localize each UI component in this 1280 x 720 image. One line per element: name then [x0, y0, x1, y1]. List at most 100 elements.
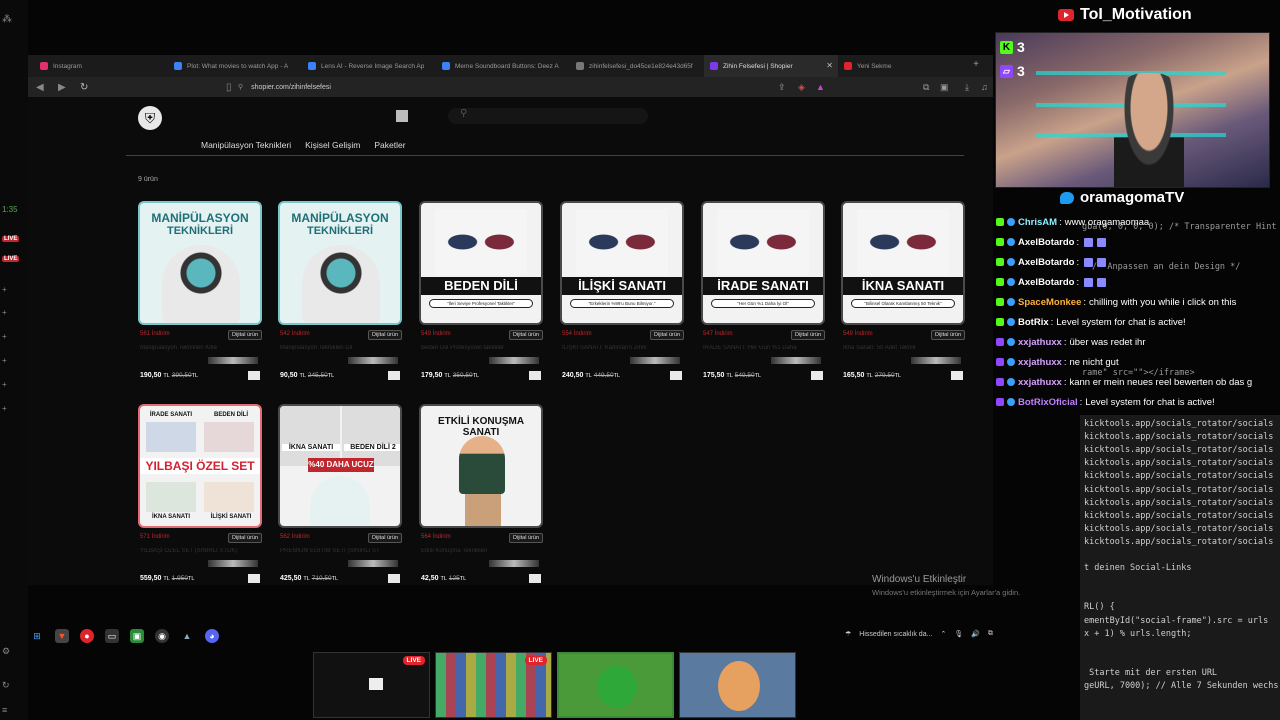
- add-to-cart-icon[interactable]: [670, 371, 682, 380]
- set-title: İKNA SANATI: [282, 444, 340, 451]
- product-name[interactable]: YILBAŞI ÖZEL SET (SINIRLI STOK): [140, 548, 240, 557]
- add-to-cart-icon[interactable]: [388, 574, 400, 583]
- code-line: kicktools.app/socials_rotator/socials: [1084, 484, 1274, 495]
- product-image[interactable]: İRADE SANATI BEDEN DİLİ YILBAŞI ÖZEL SET İK…: [138, 404, 262, 528]
- file-explorer-icon[interactable]: ▭: [105, 629, 119, 643]
- product-image[interactable]: İLİŞKİ SANATI "Erkeklerin %99'u Bunu Bilm…: [560, 201, 684, 325]
- mic-icon[interactable]: 🎙: [954, 630, 963, 638]
- product-card[interactable]: MANİPÜLASYON TEKNİKLERİ 542 İndirim Dijital…: [278, 201, 402, 384]
- product-name[interactable]: Manipülasyon Teknikleri Dil: [280, 345, 380, 354]
- sidebar-icon[interactable]: ▣: [940, 82, 949, 93]
- stream-thumbnail[interactable]: LIVE: [313, 652, 430, 718]
- brave-icon[interactable]: ▼: [55, 629, 69, 643]
- nav-manipulation[interactable]: Manipülasyon Teknikleri: [201, 140, 291, 150]
- app-icon[interactable]: ▲: [180, 629, 194, 643]
- code-line: kicktools.app/socials_rotator/socials: [1084, 471, 1274, 482]
- product-name[interactable]: Beden Dili Profesyonel taktikler: [421, 345, 521, 354]
- tab-3[interactable]: Meme Soundboard Buttons: Deez A: [436, 55, 570, 77]
- product-name[interactable]: İRADE SANATI: Her Gün %1 Daha: [703, 345, 803, 354]
- close-tab-icon[interactable]: ✕: [826, 61, 833, 70]
- add-to-cart-icon[interactable]: [811, 371, 823, 380]
- shield-icon[interactable]: ◈: [798, 82, 805, 93]
- speaker-icon[interactable]: 🔊: [971, 630, 980, 638]
- audio-icon[interactable]: ♫: [981, 82, 988, 92]
- product-name[interactable]: Etkili Konuşma Teknikleri: [421, 548, 521, 557]
- plus-icon[interactable]: +: [2, 308, 7, 317]
- extensions-icon[interactable]: ⧉: [923, 82, 929, 93]
- verified-icon: [1007, 358, 1015, 366]
- product-name[interactable]: Manipülasyon Teknikleri Kitle: [140, 345, 240, 354]
- reload-icon[interactable]: ↻: [80, 82, 94, 93]
- nav-personal-growth[interactable]: Kişisel Gelişim: [305, 140, 360, 150]
- product-name[interactable]: İkna Sanatı: 50 Adet Teknik: [843, 345, 943, 354]
- weather-text[interactable]: Hissedilen sıcaklık da...: [859, 631, 932, 638]
- product-image[interactable]: BEDEN DİLİ "İleri Seviye Profesyonel Takt…: [419, 201, 543, 325]
- product-meta: 561 İndirim Dijital ürün: [138, 330, 262, 341]
- product-card[interactable]: İKNA SANATI "Bilinsel Olarak Kanıtlanmış …: [841, 201, 965, 384]
- forward-icon[interactable]: ▶: [58, 82, 72, 93]
- new-tab-icon[interactable]: +: [973, 59, 979, 70]
- nav-packages[interactable]: Paketler: [374, 140, 405, 150]
- stream-thumbnail-goku[interactable]: [679, 652, 796, 718]
- product-image[interactable]: İRADE SANATI "Her Gün %1 Daha İyi Ol": [701, 201, 825, 325]
- product-card[interactable]: BEDEN DİLİ "İleri Seviye Profesyonel Takt…: [419, 201, 543, 384]
- plus-icon[interactable]: +: [2, 332, 7, 341]
- share-icon[interactable]: ⁂: [2, 14, 12, 25]
- plus-icon[interactable]: +: [2, 404, 7, 413]
- product-name[interactable]: İLİŞKİ SANATI: Kadınların Zihni: [562, 345, 662, 354]
- tab-5[interactable]: Zihin Felsefesi | Shopier ✕: [704, 55, 838, 77]
- plus-icon[interactable]: +: [2, 380, 7, 389]
- product-image[interactable]: MANİPÜLASYON TEKNİKLERİ: [278, 201, 402, 325]
- add-to-cart-icon[interactable]: [248, 371, 260, 380]
- product-image[interactable]: MANİPÜLASYON TEKNİKLERİ: [138, 201, 262, 325]
- plus-icon[interactable]: +: [2, 285, 7, 294]
- product-card[interactable]: İRADE SANATI "Her Gün %1 Daha İyi Ol" 547 …: [701, 201, 825, 384]
- url-field[interactable]: ⚲ shopier.com/zihinfelsefesi: [238, 80, 798, 94]
- add-to-cart-icon[interactable]: [529, 574, 541, 583]
- add-to-cart-icon[interactable]: [529, 371, 541, 380]
- tab-0[interactable]: Instagram: [34, 55, 168, 77]
- add-to-cart-icon[interactable]: [388, 371, 400, 380]
- product-image[interactable]: ETKİLİ KONUŞMA SANATI: [419, 404, 543, 528]
- add-to-cart-icon[interactable]: [248, 574, 260, 583]
- product-card[interactable]: ETKİLİ KONUŞMA SANATI 564 İndirim Dijital …: [419, 404, 543, 587]
- set-title: İLİŞKİ SANATI: [210, 514, 252, 520]
- tab-4[interactable]: zihinfelsefesi_do45ce1e824e43d65f: [570, 55, 704, 77]
- shop-logo[interactable]: ⛨: [138, 106, 162, 130]
- product-card[interactable]: İKNA SANATI BEDEN DİLİ 2 %40 DAHA UCUZ 562 …: [278, 404, 402, 587]
- product-name[interactable]: PREMİUM EĞİTİM SETİ (SINIRLI STOK): [280, 548, 380, 557]
- steam-icon[interactable]: ◉: [155, 629, 169, 643]
- extension-icon[interactable]: ▲: [816, 82, 825, 92]
- product-card[interactable]: MANİPÜLASYON TEKNİKLERİ 561 İndirim Dijital…: [138, 201, 262, 384]
- emote-icon: [1084, 237, 1094, 247]
- discord-icon[interactable]: ◕: [205, 629, 219, 643]
- share-icon[interactable]: ⇪: [778, 82, 786, 93]
- weather-icon[interactable]: ☂: [845, 630, 851, 638]
- game-icon[interactable]: ▣: [130, 629, 144, 643]
- currency: TL: [327, 373, 335, 379]
- download-icon[interactable]: ⤓: [965, 82, 969, 93]
- menu-icon[interactable]: ≡: [2, 705, 7, 715]
- stream-thumbnail[interactable]: LIVE: [435, 652, 552, 718]
- product-card[interactable]: İRADE SANATI BEDEN DİLİ YILBAŞI ÖZEL SET İK…: [138, 404, 262, 587]
- product-card[interactable]: İLİŞKİ SANATI "Erkeklerin %99'u Bunu Bilm…: [560, 201, 684, 384]
- product-image[interactable]: İKNA SANATI BEDEN DİLİ 2 %40 DAHA UCUZ: [278, 404, 402, 528]
- add-to-cart-icon[interactable]: [951, 371, 963, 380]
- favicon-icon: [442, 62, 450, 70]
- site-info-icon[interactable]: ⚲: [238, 83, 243, 91]
- tab-6[interactable]: Yeni Sekme: [838, 55, 972, 77]
- network-icon[interactable]: ⧉: [988, 630, 993, 638]
- back-icon[interactable]: ◀: [36, 82, 50, 93]
- chevron-up-icon[interactable]: ⌃: [940, 630, 946, 638]
- stream-thumbnail-yoshi[interactable]: [557, 652, 674, 718]
- tab-1[interactable]: Plot: What movies to watch App - A: [168, 55, 302, 77]
- settings-icon[interactable]: ⚙: [2, 646, 10, 657]
- currency: TL: [440, 576, 447, 582]
- record-icon[interactable]: ●: [80, 629, 94, 643]
- refresh-icon[interactable]: ↻: [2, 680, 10, 691]
- windows-start-icon[interactable]: ⊞: [30, 629, 44, 643]
- tab-2[interactable]: Lens AI - Reverse Image Search Ap: [302, 55, 436, 77]
- product-image[interactable]: İKNA SANATI "Bilinsel Olarak Kanıtlanmış …: [841, 201, 965, 325]
- search-input[interactable]: [448, 108, 648, 124]
- plus-icon[interactable]: +: [2, 356, 7, 365]
